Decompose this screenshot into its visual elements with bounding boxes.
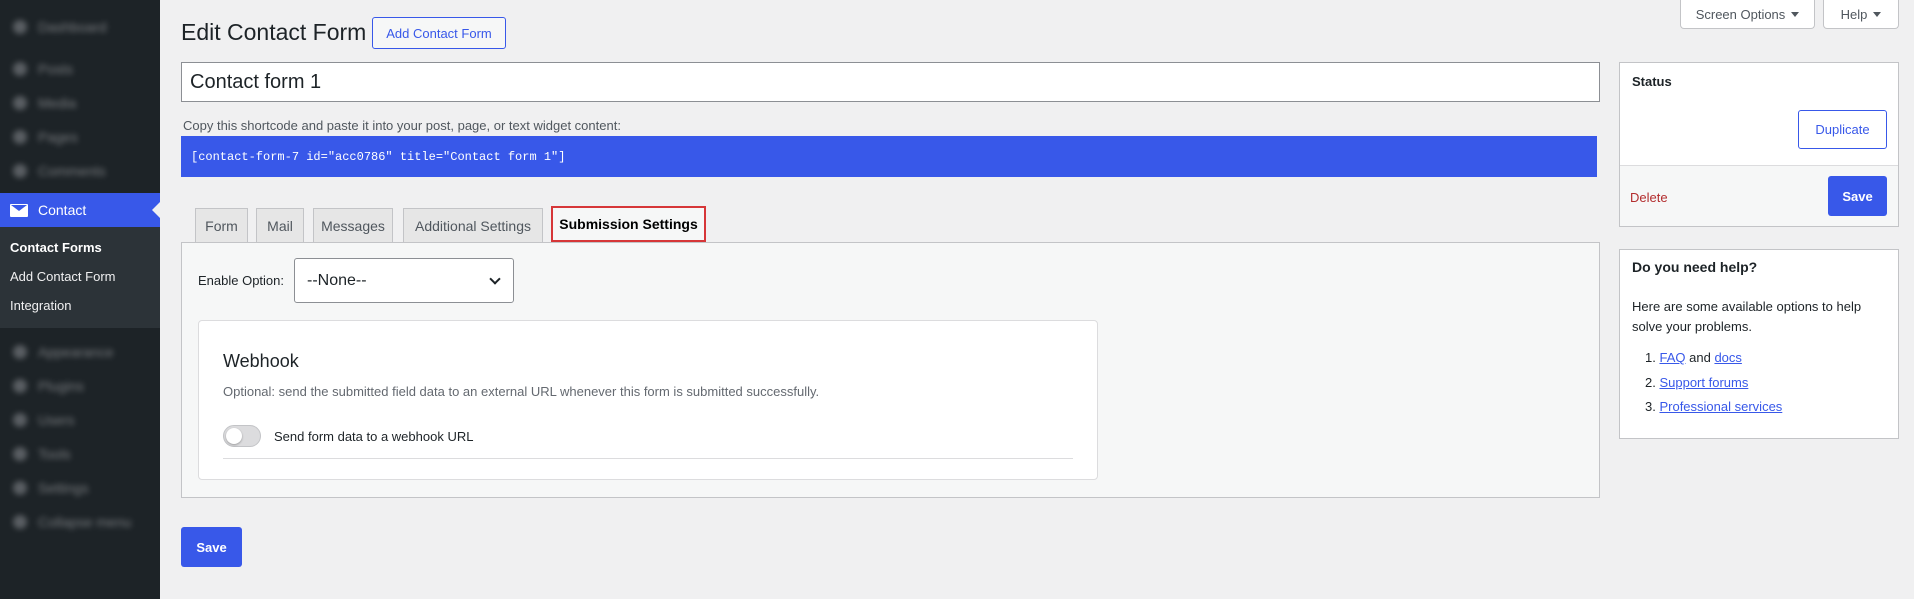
sidebar-item-dashboard[interactable]: Dashboard <box>0 10 160 44</box>
media-icon <box>10 93 30 113</box>
dashboard-icon <box>10 17 30 37</box>
sidebar-collapse-menu[interactable]: Collapse menu <box>0 505 160 539</box>
tab-submission-settings[interactable]: Submission Settings <box>551 206 706 242</box>
sidebar-submenu: Contact Forms Add Contact Form Integrati… <box>0 227 160 328</box>
tab-messages[interactable]: Messages <box>313 208 393 242</box>
sidebar-item-pages[interactable]: Pages <box>0 120 160 154</box>
status-title: Status <box>1632 74 1672 89</box>
sidebar-item-comments[interactable]: Comments <box>0 154 160 188</box>
comment-icon <box>10 161 30 181</box>
toggle-knob <box>226 428 242 444</box>
submenu-integration[interactable]: Integration <box>0 291 160 320</box>
webhook-description: Optional: send the submitted field data … <box>223 384 820 399</box>
screen-options-button[interactable]: Screen Options <box>1680 0 1815 29</box>
page-icon <box>10 127 30 147</box>
pin-icon <box>10 59 30 79</box>
enable-option-label: Enable Option: <box>198 273 285 288</box>
plug-icon <box>10 376 30 396</box>
submenu-contact-forms[interactable]: Contact Forms <box>0 233 160 262</box>
admin-sidebar: Dashboard Posts Media Pages Comments Con… <box>0 0 160 599</box>
webhook-toggle[interactable] <box>223 425 261 447</box>
tab-additional-settings[interactable]: Additional Settings <box>403 208 543 242</box>
professional-services-link[interactable]: Professional services <box>1659 399 1782 414</box>
enable-option-select[interactable]: --None-- <box>294 258 514 303</box>
sidebar-item-users[interactable]: Users <box>0 403 160 437</box>
shortcode-field[interactable]: [contact-form-7 id="acc0786" title="Cont… <box>181 136 1597 177</box>
brush-icon <box>10 342 30 362</box>
duplicate-button[interactable]: Duplicate <box>1798 110 1887 149</box>
sidebar-item-contact[interactable]: Contact <box>0 193 160 227</box>
help-title: Do you need help? <box>1632 259 1758 275</box>
sidebar-item-plugins[interactable]: Plugins <box>0 369 160 403</box>
help-item-2: 2. Support forums <box>1645 375 1749 390</box>
save-button[interactable]: Save <box>181 527 242 567</box>
envelope-icon <box>10 203 28 217</box>
help-item-3: 3. Professional services <box>1645 399 1783 414</box>
tab-mail[interactable]: Mail <box>256 208 304 242</box>
triangle-down-icon <box>1791 11 1800 17</box>
webhook-title: Webhook <box>223 351 299 371</box>
webhook-card <box>198 320 1098 480</box>
collapse-icon <box>10 512 30 532</box>
save-side-button[interactable]: Save <box>1828 176 1887 216</box>
page-title: Edit Contact Form <box>181 19 367 45</box>
sidebar-item-posts[interactable]: Posts <box>0 52 160 86</box>
form-title-input[interactable]: Contact form 1 <box>181 62 1600 102</box>
user-icon <box>10 410 30 430</box>
delete-link[interactable]: Delete <box>1630 190 1668 205</box>
faq-link[interactable]: FAQ <box>1659 350 1685 365</box>
triangle-down-icon <box>1873 11 1882 17</box>
chevron-down-icon <box>489 273 501 285</box>
add-contact-form-button[interactable]: Add Contact Form <box>372 17 506 49</box>
sidebar-item-media[interactable]: Media <box>0 86 160 120</box>
help-body: Here are some available options to help … <box>1632 299 1862 334</box>
webhook-toggle-label: Send form data to a webhook URL <box>274 429 474 444</box>
tab-form[interactable]: Form <box>195 208 248 242</box>
help-item-1: 1. FAQ and docs <box>1645 350 1742 365</box>
sidebar-item-tools[interactable]: Tools <box>0 437 160 471</box>
support-forums-link[interactable]: Support forums <box>1659 375 1748 390</box>
help-button[interactable]: Help <box>1823 0 1899 29</box>
divider <box>223 458 1073 459</box>
docs-link[interactable]: docs <box>1714 350 1741 365</box>
settings-icon <box>10 478 30 498</box>
sidebar-item-appearance[interactable]: Appearance <box>0 335 160 369</box>
sidebar-item-settings[interactable]: Settings <box>0 471 160 505</box>
submenu-add-contact-form[interactable]: Add Contact Form <box>0 262 160 291</box>
wrench-icon <box>10 444 30 464</box>
shortcode-label: Copy this shortcode and paste it into yo… <box>183 118 621 133</box>
